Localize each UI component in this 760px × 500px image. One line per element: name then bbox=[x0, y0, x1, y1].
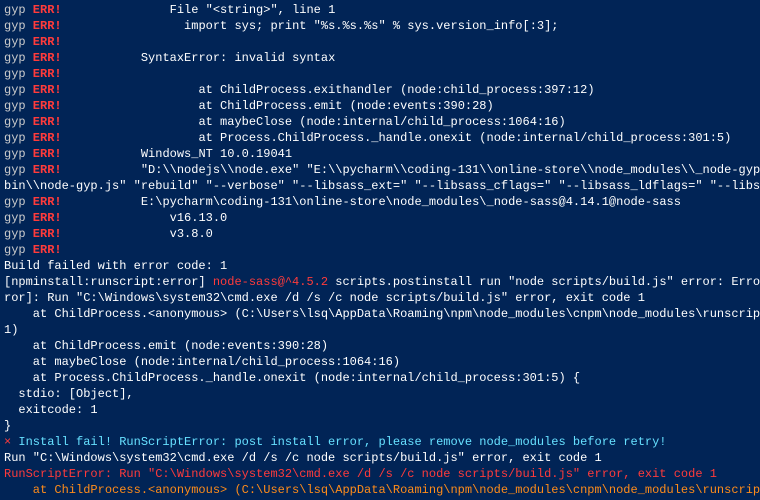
gyp-label: gyp bbox=[4, 3, 26, 17]
gyp-label: gyp bbox=[4, 131, 26, 145]
err-label: ERR! bbox=[26, 243, 69, 257]
terminal-line: at ChildProcess.<anonymous> (C:\Users\ls… bbox=[4, 306, 756, 322]
gyp-label: gyp bbox=[4, 195, 26, 209]
terminal-line: exitcode: 1 bbox=[4, 402, 756, 418]
terminal-line: × Install fail! RunScriptError: post ins… bbox=[4, 434, 756, 450]
gyp-label: gyp bbox=[4, 115, 26, 129]
gyp-label: gyp bbox=[4, 67, 26, 81]
gyp-label: gyp bbox=[4, 243, 26, 257]
terminal-line: RunScriptError: Run "C:\Windows\system32… bbox=[4, 466, 756, 482]
err-label: ERR! bbox=[26, 3, 69, 17]
gyp-label: gyp bbox=[4, 147, 26, 161]
gyp-label: gyp bbox=[4, 19, 26, 33]
err-label: ERR! bbox=[26, 99, 69, 113]
gyp-label: gyp bbox=[4, 227, 26, 241]
terminal-line: gyp ERR! Windows_NT 10.0.19041 bbox=[4, 146, 756, 162]
gyp-label: gyp bbox=[4, 211, 26, 225]
terminal-line: gyp ERR! SyntaxError: invalid syntax bbox=[4, 50, 756, 66]
install-fail-message: Install fail! RunScriptError: post insta… bbox=[11, 435, 666, 449]
terminal-output[interactable]: gyp ERR! File "<string>", line 1gyp ERR!… bbox=[0, 0, 760, 500]
err-label: ERR! bbox=[26, 195, 69, 209]
err-label: ERR! bbox=[26, 163, 69, 177]
terminal-line: at ChildProcess.emit (node:events:390:28… bbox=[4, 338, 756, 354]
terminal-line: at maybeClose (node:internal/child_proce… bbox=[4, 354, 756, 370]
terminal-line: Build failed with error code: 1 bbox=[4, 258, 756, 274]
gyp-label: gyp bbox=[4, 163, 26, 177]
err-label: ERR! bbox=[26, 115, 69, 129]
gyp-label: gyp bbox=[4, 51, 26, 65]
terminal-line: gyp ERR! bbox=[4, 34, 756, 50]
npminstall-error-tag: [npminstall:runscript:error] bbox=[4, 275, 206, 289]
err-label: ERR! bbox=[26, 131, 69, 145]
terminal-line: gyp ERR! at ChildProcess.exithandler (no… bbox=[4, 82, 756, 98]
failing-package: node-sass@^4.5.2 bbox=[206, 275, 336, 289]
terminal-line: bin\\node-gyp.js" "rebuild" "--verbose" … bbox=[4, 178, 756, 194]
gyp-label: gyp bbox=[4, 83, 26, 97]
terminal-line: gyp ERR! E:\pycharm\coding-131\online-st… bbox=[4, 194, 756, 210]
terminal-line: gyp ERR! v16.13.0 bbox=[4, 210, 756, 226]
terminal-line: } bbox=[4, 418, 756, 434]
runscript-error: RunScriptError: Run "C:\Windows\system32… bbox=[4, 467, 717, 481]
terminal-line: stdio: [Object], bbox=[4, 386, 756, 402]
terminal-line: at ChildProcess.<anonymous> (C:\Users\ls… bbox=[4, 482, 756, 498]
terminal-line: [npminstall:runscript:error] node-sass@^… bbox=[4, 274, 756, 290]
err-label: ERR! bbox=[26, 227, 69, 241]
terminal-line: gyp ERR! import sys; print "%s.%s.%s" % … bbox=[4, 18, 756, 34]
terminal-line: gyp ERR! v3.8.0 bbox=[4, 226, 756, 242]
terminal-line: Run "C:\Windows\system32\cmd.exe /d /s /… bbox=[4, 450, 756, 466]
gyp-label: gyp bbox=[4, 35, 26, 49]
terminal-line: gyp ERR! bbox=[4, 242, 756, 258]
terminal-line: ror]: Run "C:\Windows\system32\cmd.exe /… bbox=[4, 290, 756, 306]
err-label: ERR! bbox=[26, 35, 69, 49]
terminal-line: gyp ERR! File "<string>", line 1 bbox=[4, 2, 756, 18]
err-label: ERR! bbox=[26, 211, 69, 225]
err-label: ERR! bbox=[26, 67, 69, 81]
terminal-line: gyp ERR! "D:\\nodejs\\node.exe" "E:\\pyc… bbox=[4, 162, 756, 178]
err-label: ERR! bbox=[26, 51, 69, 65]
err-label: ERR! bbox=[26, 19, 69, 33]
terminal-line: gyp ERR! at ChildProcess.emit (node:even… bbox=[4, 98, 756, 114]
err-label: ERR! bbox=[26, 147, 69, 161]
terminal-line: gyp ERR! at Process.ChildProcess._handle… bbox=[4, 130, 756, 146]
terminal-line: gyp ERR! bbox=[4, 66, 756, 82]
terminal-line: at Process.ChildProcess._handle.onexit (… bbox=[4, 370, 756, 386]
err-label: ERR! bbox=[26, 83, 69, 97]
terminal-line: 1) bbox=[4, 322, 756, 338]
terminal-line: gyp ERR! at maybeClose (node:internal/ch… bbox=[4, 114, 756, 130]
build-failed: Build failed with error code: 1 bbox=[4, 259, 227, 273]
gyp-label: gyp bbox=[4, 99, 26, 113]
